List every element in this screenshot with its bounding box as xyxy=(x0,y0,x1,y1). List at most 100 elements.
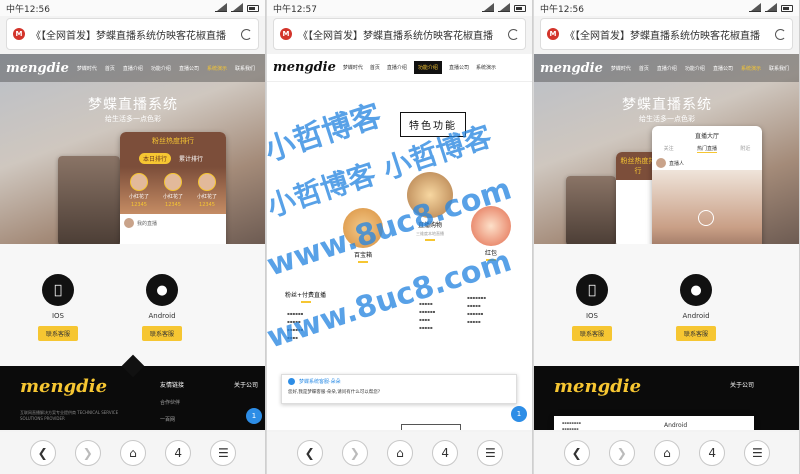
site-nav: mengdie 梦蝶时代 首页 直播介绍 功能介绍 直播公司 系统演示 联系我们 xyxy=(0,54,265,82)
live-hall-title: 直播大厅 xyxy=(694,133,719,140)
contact-button[interactable]: 联系客服 xyxy=(676,326,717,341)
android-icon: ● xyxy=(680,274,712,306)
chat-float-button[interactable]: 1 xyxy=(511,406,527,422)
tab-nearby[interactable]: 附近 xyxy=(740,145,750,153)
home-icon[interactable]: ⌂ xyxy=(386,440,413,466)
nav-item[interactable]: 直播公司 xyxy=(713,65,733,72)
url-bar[interactable]: M 《【全网首发】梦蝶直播系统仿映客花椒直播 xyxy=(540,18,793,50)
apple-icon:  xyxy=(576,274,608,306)
tabs-count[interactable]: 4 xyxy=(432,440,459,466)
avatar xyxy=(197,173,216,191)
host-name: 直播人 xyxy=(669,160,685,167)
hero-banner: mengdie 梦蝶时代 首页 直播介绍 功能介绍 直播公司 系统演示 联系我们… xyxy=(0,54,265,250)
rank-item: 小红花了 12345 xyxy=(129,173,149,208)
nav-item[interactable]: 首页 xyxy=(639,65,649,72)
contact-button[interactable]: 联系客服 xyxy=(38,326,79,341)
forward-icon[interactable]: ❯ xyxy=(341,440,368,466)
signal-icon xyxy=(498,3,510,12)
avatar xyxy=(124,218,134,228)
hero-subtitle: 给生活多一点色彩 xyxy=(105,115,161,123)
nav-item[interactable]: 功能介绍 xyxy=(685,65,705,72)
footer-link[interactable]: 合作伙伴 xyxy=(160,399,184,406)
feature-item: 粉丝+付费直播 xyxy=(285,290,326,303)
status-bar: 中午12:56 xyxy=(0,0,265,16)
nav-item[interactable]: 直播介绍 xyxy=(123,65,143,72)
hero-title: 梦蝶直播系统 xyxy=(88,97,178,113)
nav-item[interactable]: 联系我们 xyxy=(769,65,789,72)
site-logo[interactable]: mengdie xyxy=(6,61,69,76)
overlay-label: Android xyxy=(664,422,688,429)
footer-logo: mengdie xyxy=(554,376,642,397)
contact-button[interactable]: 联系客服 xyxy=(142,326,183,341)
page-title-text: 《【全网首发】梦蝶直播系统仿映客花椒直播 xyxy=(31,30,226,42)
tabs-count[interactable]: 4 xyxy=(699,440,726,466)
site-nav: mengdie 梦蝶时代 首页 直播介绍 功能介绍 直播公司 系统演示 xyxy=(267,54,532,82)
site-nav: mengdie 梦蝶时代 首页 直播介绍 功能介绍 直播公司 系统演示 联系我们 xyxy=(534,54,799,82)
nav-item[interactable]: 功能介绍 xyxy=(151,65,171,72)
url-bar[interactable]: M 《【全网首发】梦蝶直播系统仿映客花椒直播 xyxy=(6,18,259,50)
nav-item[interactable]: 系统演示 xyxy=(741,65,761,72)
download-ios:  IOS 联系客服 xyxy=(572,274,613,341)
tab-total[interactable]: 累计排行 xyxy=(175,153,207,164)
nav-item[interactable]: 系统演示 xyxy=(476,64,496,71)
status-time: 中午12:56 xyxy=(540,4,584,15)
avatar xyxy=(129,173,148,191)
phone-preview-left xyxy=(566,176,616,246)
back-icon[interactable]: ❮ xyxy=(563,440,590,466)
phone-preview-left xyxy=(58,156,120,246)
tab-today[interactable]: 本日排行 xyxy=(138,153,171,164)
site-logo[interactable]: mengdie xyxy=(273,60,336,75)
forward-icon[interactable]: ❯ xyxy=(74,440,101,466)
page-title-text: 《【全网首发】梦蝶直播系统仿映客花椒直播 xyxy=(565,30,760,42)
back-icon[interactable]: ❮ xyxy=(296,440,323,466)
menu-icon[interactable]: ☰ xyxy=(744,440,771,466)
footer-link[interactable]: 一百网 xyxy=(160,416,184,423)
nav-item[interactable]: 直播公司 xyxy=(449,64,469,71)
back-icon[interactable]: ❮ xyxy=(29,440,56,466)
reload-icon[interactable] xyxy=(241,28,252,40)
chat-message: 您好,我是梦蝶客服·朵朵,请问有什么可以帮您? xyxy=(288,390,381,395)
footer-col-title: 友情链接 xyxy=(160,382,185,389)
overlay-panel: ▪▪▪▪▪▪▪▪▪▪▪▪▪▪▪▪▪▪▪▪▪▪▪▪▪▪▪▪▪ Android 联系… xyxy=(554,416,754,430)
nav-item[interactable]: 联系我们 xyxy=(235,65,255,72)
reload-icon[interactable] xyxy=(775,28,786,40)
signal-icon xyxy=(482,3,494,12)
rank-phone-card: 粉丝热度排行 本日排行 累计排行 小红花了 12345 小红花了 12345 小红花… xyxy=(120,132,226,250)
menu-icon[interactable]: ☰ xyxy=(210,440,237,466)
battery-icon xyxy=(514,4,526,12)
chat-popup[interactable]: 梦蝶系统客服·朵朵 您好,我是梦蝶客服·朵朵,请问有什么可以帮您? xyxy=(281,374,517,404)
home-icon[interactable]: ⌂ xyxy=(119,440,146,466)
nav-item[interactable]: 首页 xyxy=(105,65,115,72)
nav-item[interactable]: 直播介绍 xyxy=(657,65,677,72)
contact-button[interactable]: 联系客服 xyxy=(572,326,613,341)
signal-icon xyxy=(215,3,227,12)
tab-follow[interactable]: 关注 xyxy=(664,145,674,153)
site-logo-sub: 梦蝶时代 xyxy=(342,65,363,71)
status-time: 中午12:56 xyxy=(6,4,50,15)
hero-subtitle: 给生活多一点色彩 xyxy=(639,115,695,123)
status-bar: 中午12:56 xyxy=(534,0,799,16)
signal-icon xyxy=(231,3,243,12)
play-icon[interactable] xyxy=(698,210,714,226)
apple-icon:  xyxy=(42,274,74,306)
nav-item[interactable]: 系统演示 xyxy=(207,65,227,72)
battery-icon xyxy=(247,4,259,12)
url-bar[interactable]: M 《【全网首发】梦蝶直播系统仿映客花椒直播 xyxy=(273,18,526,50)
tab-hot[interactable]: 热门直播 xyxy=(696,145,717,153)
tabs-count[interactable]: 4 xyxy=(165,440,192,466)
page-title-text: 《【全网首发】梦蝶直播系统仿映客花椒直播 xyxy=(298,30,493,42)
nav-item[interactable]: 首页 xyxy=(370,64,380,71)
forward-icon[interactable]: ❯ xyxy=(608,440,635,466)
nav-item[interactable]: 直播公司 xyxy=(179,65,199,72)
nav-item[interactable]: 直播介绍 xyxy=(387,64,407,71)
home-icon[interactable]: ⌂ xyxy=(653,440,680,466)
reload-icon[interactable] xyxy=(508,28,519,40)
chat-float-button[interactable]: 1 xyxy=(246,408,262,424)
status-time: 中午12:57 xyxy=(273,4,317,15)
signal-icon xyxy=(749,3,761,12)
menu-icon[interactable]: ☰ xyxy=(477,440,504,466)
site-logo[interactable]: mengdie xyxy=(540,61,603,76)
footer-logo: mengdie xyxy=(20,376,108,397)
service-avatar-icon xyxy=(288,378,295,385)
nav-item[interactable]: 功能介绍 xyxy=(413,61,442,74)
